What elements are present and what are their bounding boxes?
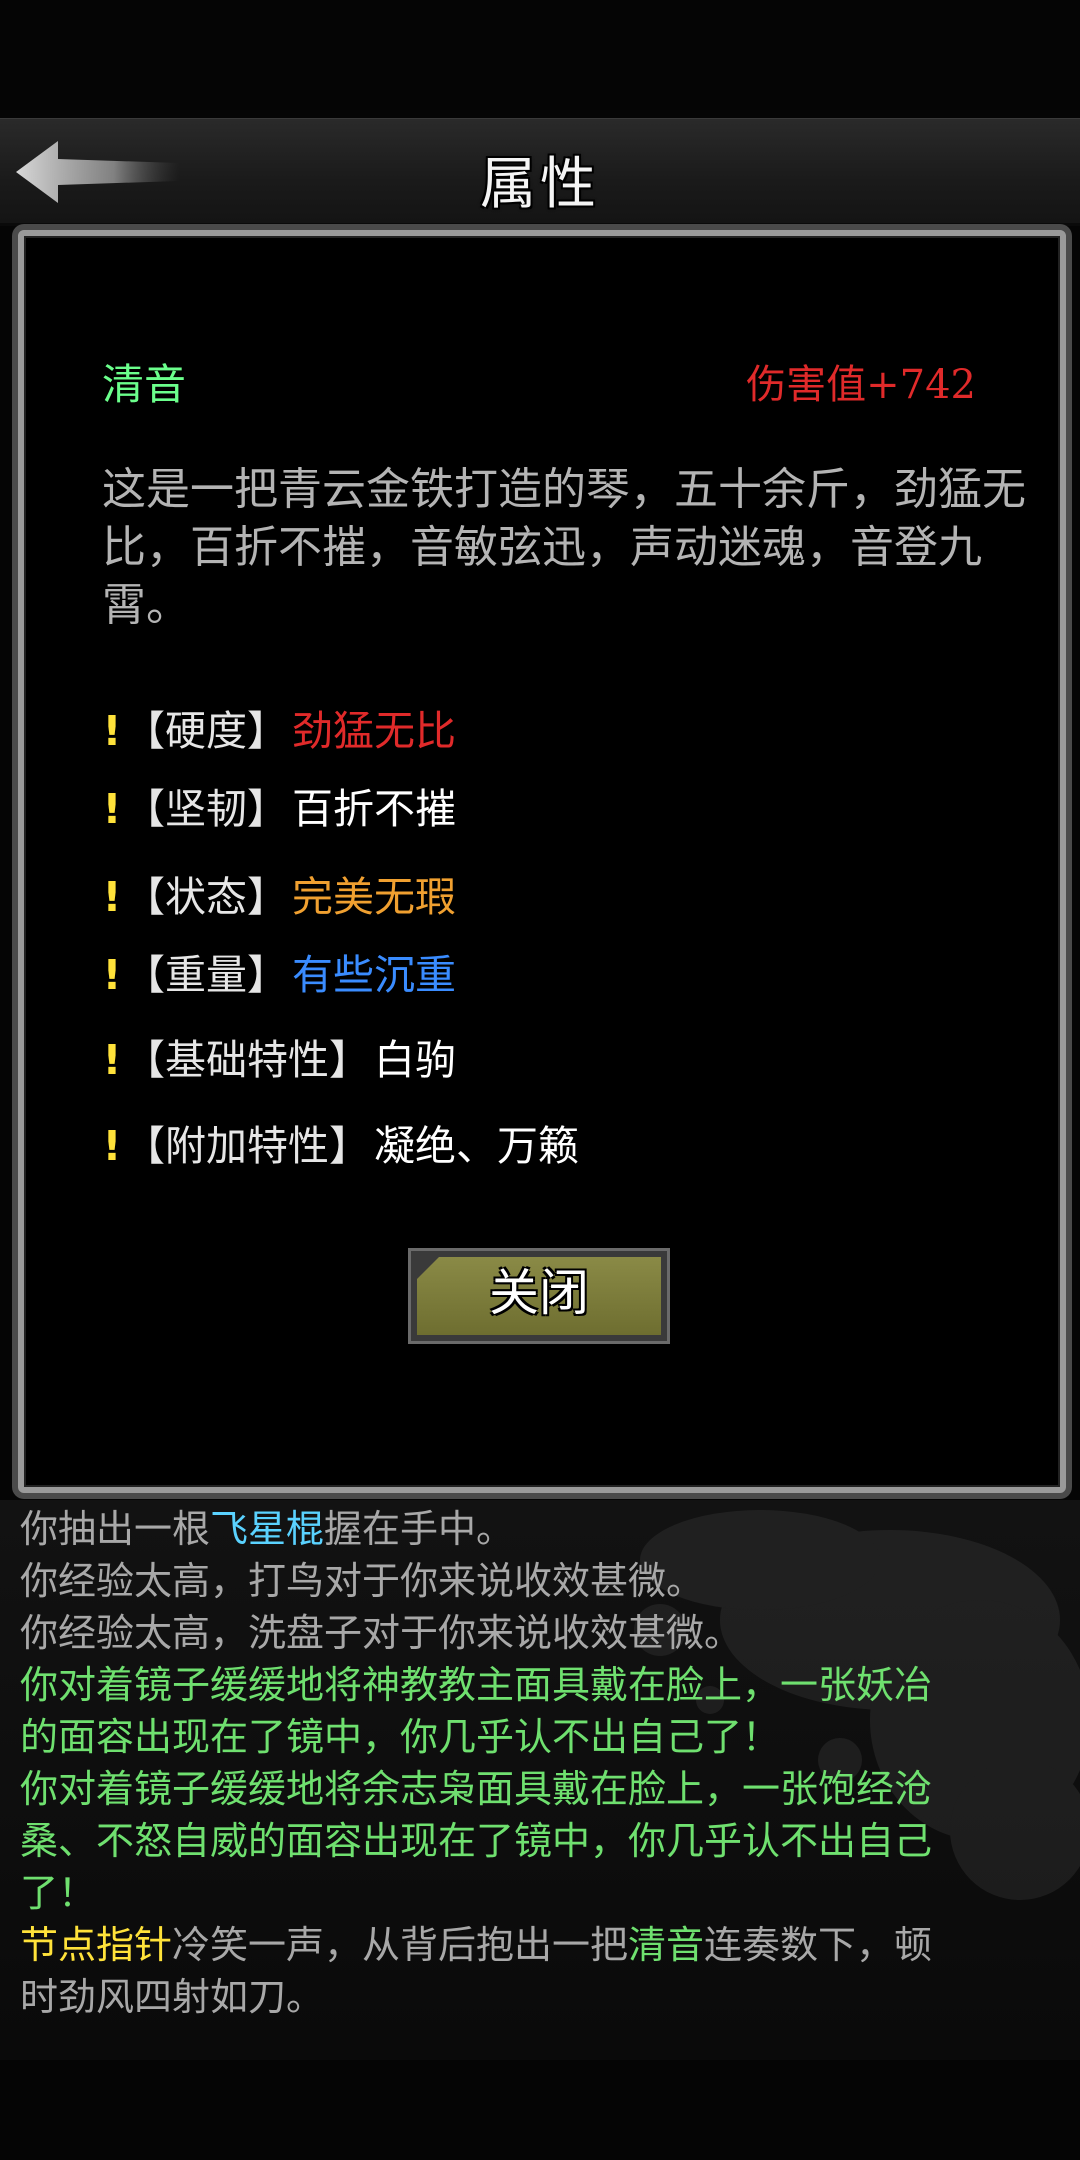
item-link[interactable]: 飞星棍 [210, 1507, 324, 1551]
attribute-row-base-trait: !【基础特性】白驹 [100, 1030, 456, 1090]
damage-value: 伤害值+742 [746, 362, 976, 408]
attribute-value: 白驹 [374, 1036, 456, 1084]
attribute-key: 【硬度】 [124, 707, 288, 755]
close-button-label: 关闭 [489, 1264, 589, 1322]
log-entry: 你对着镜子缓缓地将余志枭面具戴在脸上，一张饱经沧 [20, 1767, 933, 1811]
alert-icon: ! [102, 1036, 122, 1084]
attribute-key: 【附加特性】 [124, 1122, 370, 1170]
log-entry: 你抽出一根飞星棍握在手中。 [20, 1507, 515, 1551]
attribute-key: 【坚韧】 [124, 785, 288, 833]
attribute-key: 【重量】 [124, 951, 288, 999]
attribute-row-hardness: !【硬度】劲猛无比 [100, 701, 456, 761]
attribute-value: 百折不摧 [292, 785, 456, 833]
message-log[interactable]: 你抽出一根飞星棍握在手中。 你经验太高，打鸟对于你来说收效甚微。 你经验太高，洗… [0, 1500, 1080, 2060]
log-entry: 节点指针冷笑一声，从背后抱出一把清音连奏数下，顿 [20, 1923, 933, 1967]
log-entry: 你经验太高，洗盘子对于你来说收效甚微。 [20, 1611, 743, 1655]
item-detail-panel: 清音 伤害值+742 这是一把青云金铁打造的琴，五十余斤，劲猛无比，百折不摧，音… [18, 230, 1066, 1493]
attribute-key: 【状态】 [124, 873, 288, 921]
item-name: 清音 [102, 360, 187, 409]
top-bar: 属性 [0, 118, 1080, 226]
log-entry: 了！ [20, 1871, 97, 1915]
attribute-key: 【基础特性】 [124, 1036, 370, 1084]
attribute-value: 完美无瑕 [292, 873, 456, 921]
log-entry: 的面容出现在了镜中，你几乎认不出自己了！ [20, 1715, 781, 1759]
log-entry: 你经验太高，打鸟对于你来说收效甚微。 [20, 1559, 705, 1603]
attribute-row-condition: !【状态】完美无瑕 [100, 867, 456, 927]
log-lines: 你抽出一根飞星棍握在手中。 你经验太高，打鸟对于你来说收效甚微。 你经验太高，洗… [20, 1503, 1060, 2023]
attribute-row-extra-trait: !【附加特性】凝绝、万籁 [100, 1116, 579, 1176]
player-name[interactable]: 节点指针 [20, 1923, 172, 1967]
log-entry: 你对着镜子缓缓地将神教教主面具戴在脸上，一张妖冶 [20, 1663, 933, 1707]
close-button[interactable]: 关闭 [408, 1248, 670, 1344]
attribute-row-toughness: !【坚韧】百折不摧 [100, 779, 456, 839]
attribute-value: 劲猛无比 [292, 707, 456, 755]
attribute-row-weight: !【重量】有些沉重 [100, 945, 456, 1005]
alert-icon: ! [102, 707, 122, 755]
log-entry: 桑、不怒自威的面容出现在了镜中，你几乎认不出自己 [20, 1819, 933, 1863]
page-title: 属性 [480, 152, 600, 217]
alert-icon: ! [102, 873, 122, 921]
alert-icon: ! [102, 951, 122, 999]
alert-icon: ! [102, 1122, 122, 1170]
log-entry: 时劲风四射如刀。 [20, 1975, 325, 2019]
attribute-value: 有些沉重 [292, 951, 456, 999]
alert-icon: ! [102, 785, 122, 833]
item-description: 这是一把青云金铁打造的琴，五十余斤，劲猛无比，百折不摧，音敏弦迅，声动迷魂，音登… [102, 464, 1026, 631]
item-link[interactable]: 清音 [628, 1923, 704, 1967]
attribute-value: 凝绝、万籁 [374, 1122, 579, 1170]
